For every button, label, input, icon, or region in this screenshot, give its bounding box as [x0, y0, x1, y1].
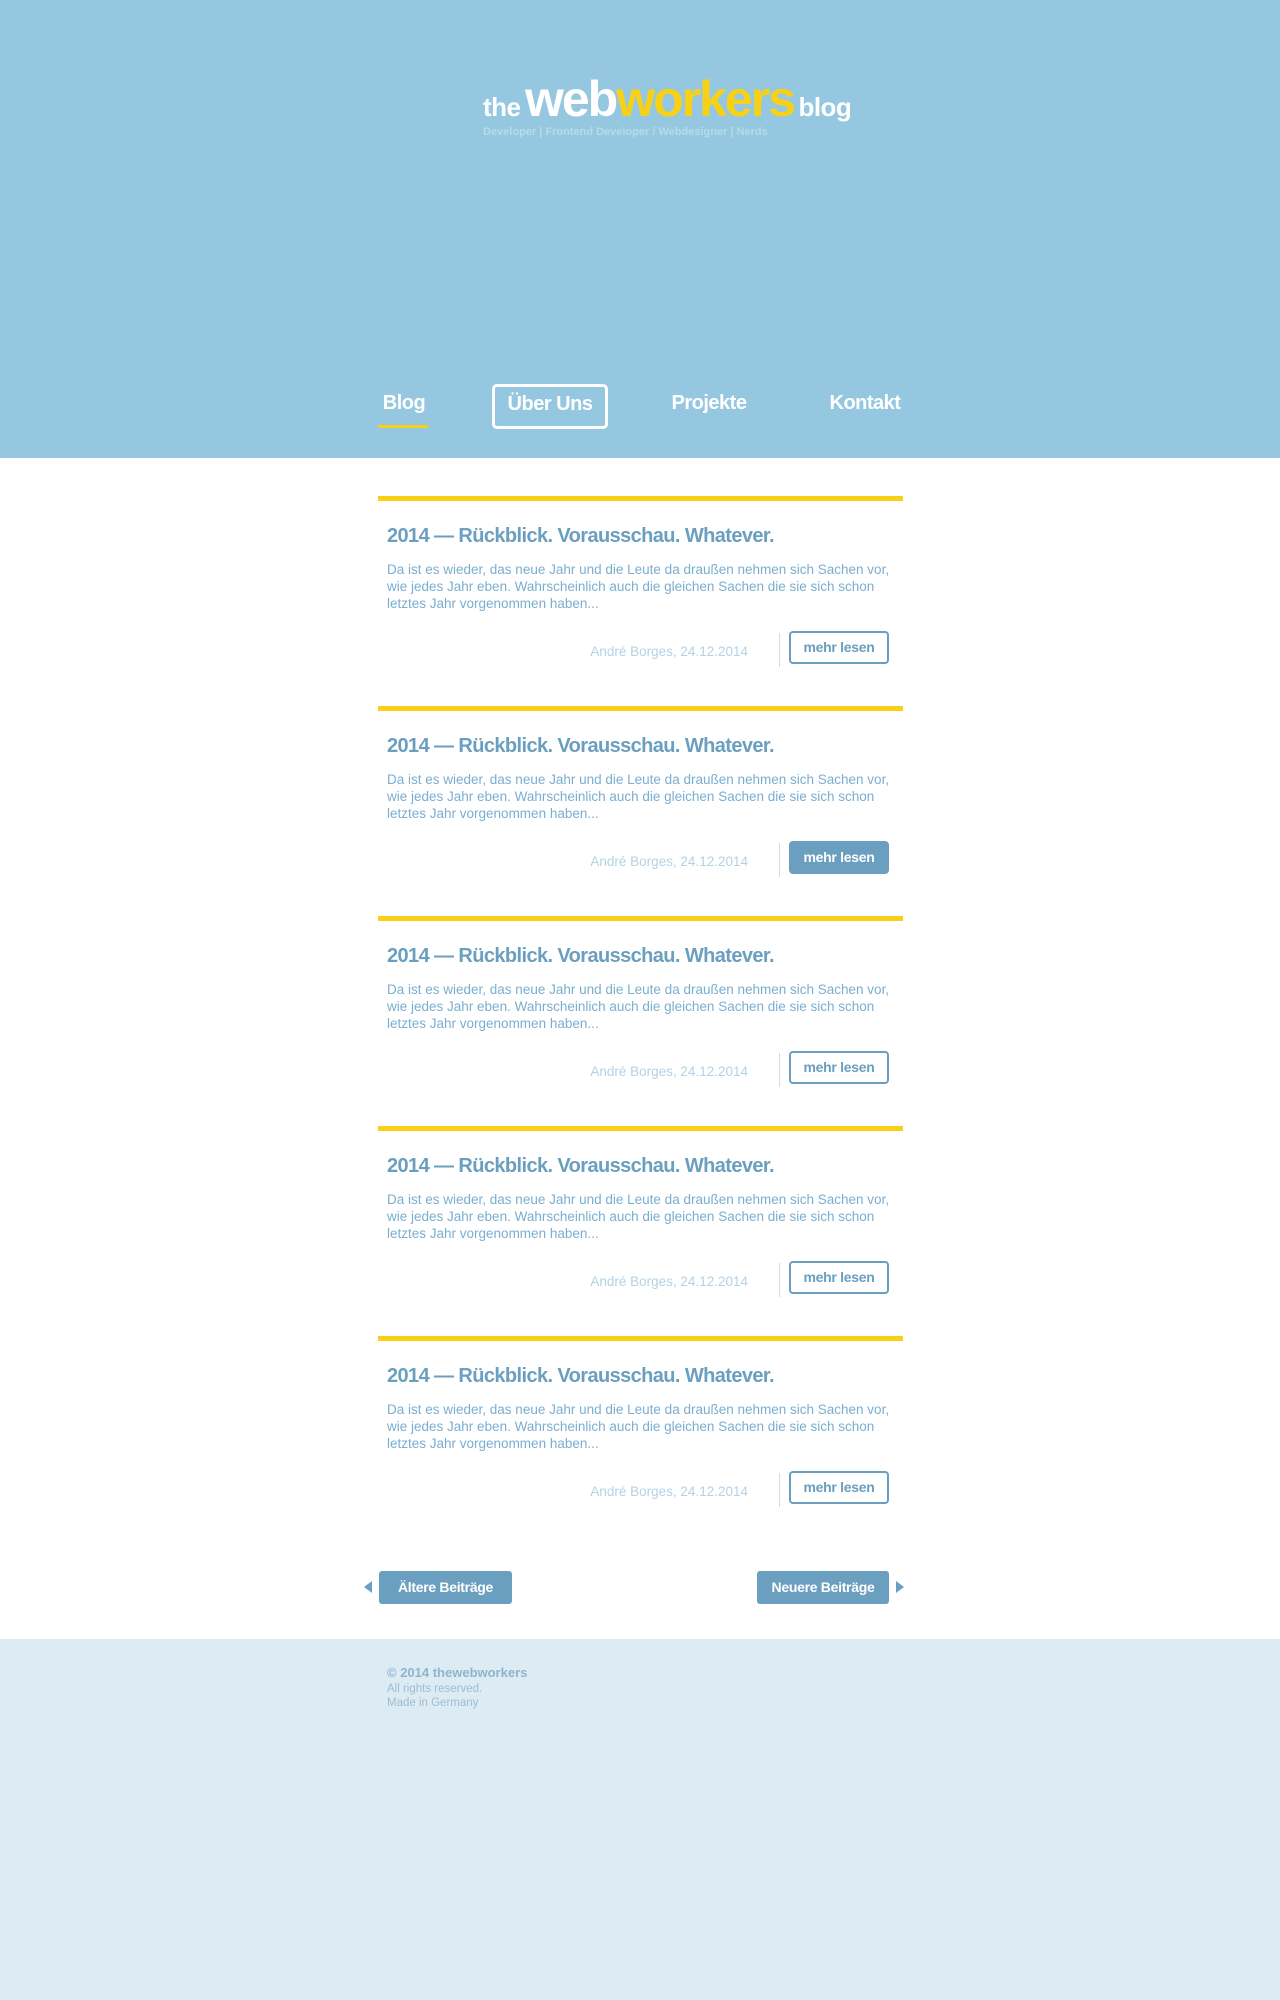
- post-meta: André Borges, 24.12.2014: [590, 854, 748, 869]
- logo-workers: workers: [616, 71, 796, 127]
- post-title[interactable]: 2014 — Rückblick. Vorausschau. Whatever.: [387, 945, 897, 968]
- post-card: 2014 — Rückblick. Vorausschau. Whatever.…: [378, 496, 903, 667]
- post-meta: André Borges, 24.12.2014: [590, 1484, 748, 1499]
- footer-made-in: Made in Germany: [387, 1697, 479, 1709]
- post-title[interactable]: 2014 — Rückblick. Vorausschau. Whatever.: [387, 1365, 897, 1388]
- post-accent-bar: [378, 1336, 903, 1341]
- post-accent-bar: [378, 496, 903, 501]
- post-meta: André Borges, 24.12.2014: [590, 1274, 748, 1289]
- triangle-right-icon[interactable]: [896, 1581, 904, 1593]
- nav-item-projekte[interactable]: Projekte: [668, 383, 750, 423]
- read-more-button[interactable]: mehr lesen: [789, 841, 889, 874]
- post-card: 2014 — Rückblick. Vorausschau. Whatever.…: [378, 1336, 903, 1507]
- post-accent-bar: [378, 916, 903, 921]
- post-title[interactable]: 2014 — Rückblick. Vorausschau. Whatever.: [387, 735, 897, 758]
- site-footer: [0, 1639, 1280, 2000]
- logo-blog: blog: [798, 92, 852, 122]
- post-excerpt: Da ist es wieder, das neue Jahr und die …: [387, 982, 890, 1031]
- post-title[interactable]: 2014 — Rückblick. Vorausschau. Whatever.: [387, 1155, 897, 1178]
- older-posts-button[interactable]: Ältere Beiträge: [379, 1571, 512, 1604]
- meta-divider: [779, 1263, 780, 1297]
- meta-divider: [779, 633, 780, 667]
- footer-copyright: © 2014 thewebworkers: [387, 1665, 528, 1680]
- meta-divider: [779, 1473, 780, 1507]
- post-card: 2014 — Rückblick. Vorausschau. Whatever.…: [378, 916, 903, 1087]
- nav-item-ueber-uns[interactable]: Über Uns: [492, 384, 608, 429]
- read-more-button[interactable]: mehr lesen: [789, 1471, 889, 1504]
- post-meta: André Borges, 24.12.2014: [590, 1064, 748, 1079]
- post-meta: André Borges, 24.12.2014: [590, 644, 748, 659]
- read-more-button[interactable]: mehr lesen: [789, 631, 889, 664]
- site-header: the webworkers blog Developer | Frontend…: [0, 0, 1280, 458]
- site-logo[interactable]: the webworkers blog: [483, 71, 852, 127]
- site-tagline: Developer | Frontend Developer / Webdesi…: [483, 126, 768, 138]
- post-excerpt: Da ist es wieder, das neue Jahr und die …: [387, 1192, 890, 1241]
- read-more-button[interactable]: mehr lesen: [789, 1261, 889, 1294]
- post-card: 2014 — Rückblick. Vorausschau. Whatever.…: [378, 1126, 903, 1297]
- meta-divider: [779, 843, 780, 877]
- read-more-button[interactable]: mehr lesen: [789, 1051, 889, 1084]
- post-title[interactable]: 2014 — Rückblick. Vorausschau. Whatever.: [387, 525, 897, 548]
- nav-active-indicator: [378, 425, 428, 428]
- newer-posts-button[interactable]: Neuere Beiträge: [757, 1571, 889, 1604]
- nav-item-blog[interactable]: Blog: [378, 383, 430, 423]
- logo-web: web: [524, 71, 618, 127]
- triangle-left-icon[interactable]: [364, 1581, 372, 1593]
- meta-divider: [779, 1053, 780, 1087]
- footer-rights: All rights reserved.: [387, 1683, 483, 1695]
- post-card: 2014 — Rückblick. Vorausschau. Whatever.…: [378, 706, 903, 877]
- post-excerpt: Da ist es wieder, das neue Jahr und die …: [387, 772, 890, 821]
- nav-item-kontakt[interactable]: Kontakt: [826, 383, 904, 423]
- post-excerpt: Da ist es wieder, das neue Jahr und die …: [387, 562, 890, 611]
- logo-the: the: [483, 92, 521, 122]
- post-accent-bar: [378, 1126, 903, 1131]
- post-excerpt: Da ist es wieder, das neue Jahr und die …: [387, 1402, 890, 1451]
- post-accent-bar: [378, 706, 903, 711]
- main-nav: Blog Über Uns Projekte Kontakt: [0, 380, 1280, 432]
